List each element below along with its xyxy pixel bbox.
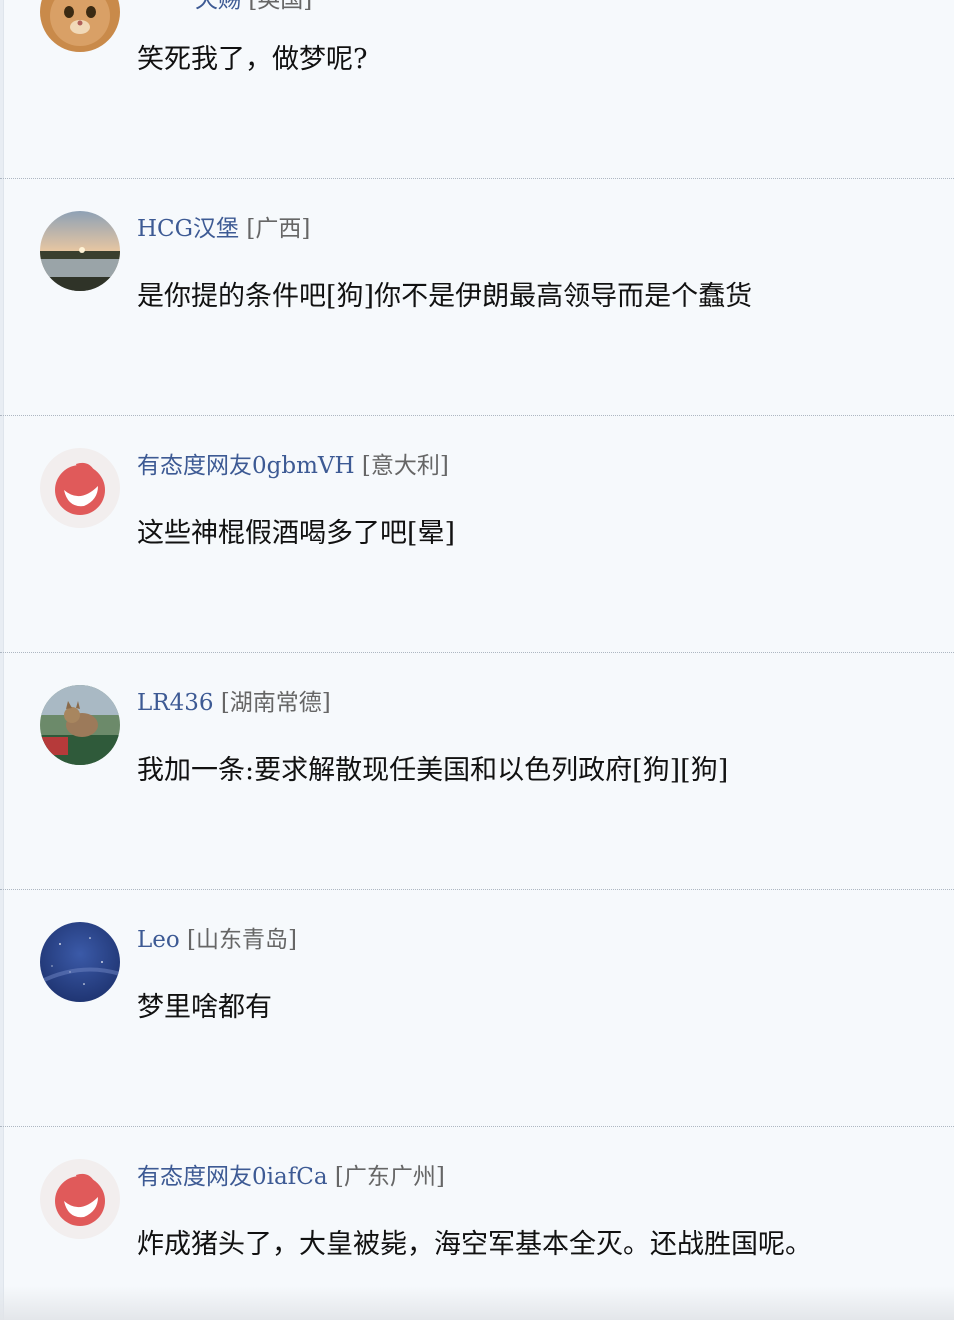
comment-text: 笑死我了，做梦呢? [137,44,368,75]
comment-list: 天赐 [英国] 笑死我了，做梦呢? HCG汉堡 [广西] 是你提的条件吧[狗]你… [0,0,954,1320]
tabby-cat-avatar[interactable] [40,685,120,765]
user-location: [英国] [248,0,313,13]
comment-text: 梦里啥都有 [137,992,272,1023]
comment-item: 有态度网友0gbmVH [意大利] 这些神棍假酒喝多了吧[晕] [0,416,954,653]
username-link[interactable]: 天赐 [195,0,241,13]
user-location: [广西] [246,216,311,242]
comment-meta: 有态度网友0gbmVH [意大利] [137,452,449,480]
bottom-shadow [0,1286,954,1320]
comment-meta: 有态度网友0iafCa [广东广州] [137,1163,445,1191]
starry-sky-avatar[interactable] [40,922,120,1002]
comment-meta: LR436 [湖南常德] [137,689,331,717]
username-link[interactable]: HCG汉堡 [137,216,239,242]
user-location: [意大利] [361,453,449,479]
comment-meta: 天赐 [英国] [195,0,312,14]
username-link[interactable]: 有态度网友0gbmVH [137,453,355,479]
username-link[interactable]: LR436 [137,690,214,716]
user-location: [广东广州] [334,1164,445,1190]
comment-text: 是你提的条件吧[狗]你不是伊朗最高领导而是个蠢货 [137,281,753,312]
default-netease-avatar[interactable] [40,1159,120,1239]
comment-item: Leo [山东青岛] 梦里啥都有 [0,890,954,1127]
orange-cat-avatar[interactable] [40,0,120,52]
username-link[interactable]: Leo [137,927,180,953]
user-location: [山东青岛] [187,927,297,953]
user-location: [湖南常德] [220,690,331,716]
comment-text: 炸成猪头了，大皇被毙，海空军基本全灭。还战胜国呢。 [137,1229,812,1260]
comment-meta: Leo [山东青岛] [137,926,297,954]
comment-text: 这些神棍假酒喝多了吧[晕] [137,518,456,549]
username-link[interactable]: 有态度网友0iafCa [137,1164,328,1190]
comment-item: 天赐 [英国] 笑死我了，做梦呢? [0,0,954,179]
comment-item: HCG汉堡 [广西] 是你提的条件吧[狗]你不是伊朗最高领导而是个蠢货 [0,179,954,416]
sunset-lake-avatar[interactable] [40,211,120,291]
comment-item: LR436 [湖南常德] 我加一条:要求解散现任美国和以色列政府[狗][狗] [0,653,954,890]
default-netease-avatar[interactable] [40,448,120,528]
comment-text: 我加一条:要求解散现任美国和以色列政府[狗][狗] [137,755,729,786]
comment-meta: HCG汉堡 [广西] [137,215,310,243]
